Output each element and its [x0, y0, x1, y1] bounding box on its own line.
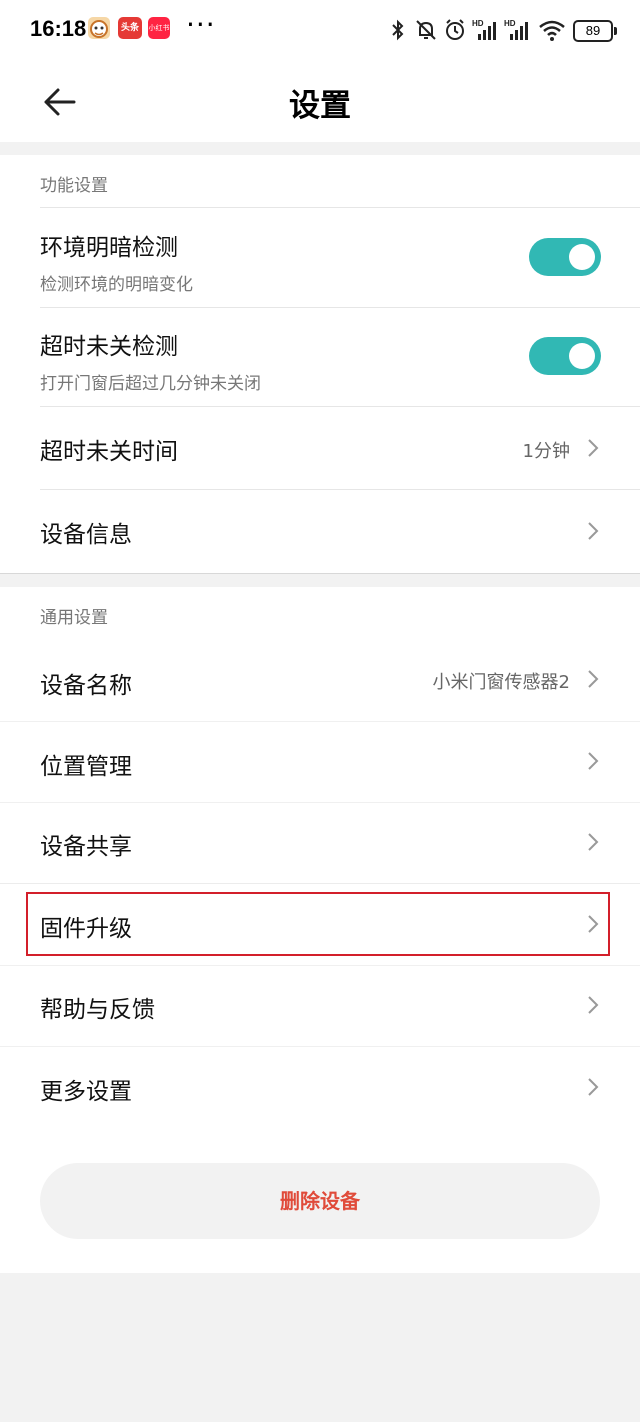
delete-device-button[interactable]: 删除设备	[40, 1163, 600, 1239]
ambient-light-toggle[interactable]	[529, 238, 601, 276]
svg-text:HD: HD	[504, 19, 516, 28]
section-title-function: 功能设置	[40, 176, 108, 196]
row-subtitle: 打开门窗后超过几分钟未关闭	[40, 374, 261, 394]
section-title-general: 通用设置	[40, 608, 108, 628]
chevron-right-icon	[588, 1078, 599, 1096]
bluetooth-icon	[390, 18, 406, 42]
row-device-name[interactable]: 设备名称 小米门窗传感器2	[0, 639, 640, 721]
chevron-right-icon	[588, 439, 599, 457]
status-bar: 16:18 头条 小红书 ··· HD HD 89	[0, 0, 640, 60]
function-settings-section: 功能设置 环境明暗检测 检测环境的明暗变化 超时未关检测 打开门窗后超过几分钟未…	[0, 155, 640, 573]
alarm-icon	[444, 18, 466, 42]
chevron-right-icon	[588, 670, 599, 688]
more-notifications-icon: ···	[186, 8, 216, 41]
app-icon-xiaohongshu: 小红书	[148, 17, 170, 39]
row-label: 超时未关时间	[40, 439, 178, 465]
page-title: 设置	[289, 88, 351, 124]
row-timeout-time[interactable]: 超时未关时间 1分钟	[0, 407, 640, 489]
mute-icon	[414, 18, 438, 42]
row-label: 超时未关检测	[40, 334, 178, 360]
svg-text:HD: HD	[472, 19, 484, 28]
status-time: 16:18	[30, 16, 87, 41]
row-device-info[interactable]: 设备信息	[0, 490, 640, 573]
highlight-box	[26, 892, 610, 956]
signal-hd-1-icon: HD	[472, 18, 500, 42]
wifi-icon	[538, 18, 566, 42]
chevron-right-icon	[588, 752, 599, 770]
row-subtitle: 检测环境的明暗变化	[40, 275, 193, 295]
row-label: 设备共享	[40, 834, 132, 860]
row-label: 位置管理	[40, 754, 132, 780]
row-location-management[interactable]: 位置管理	[0, 721, 640, 802]
row-help-feedback[interactable]: 帮助与反馈	[0, 965, 640, 1046]
chevron-right-icon	[588, 833, 599, 851]
app-icon-toutiao: 头条	[118, 17, 142, 39]
row-label: 设备名称	[40, 673, 132, 699]
app-icon-mascot	[88, 17, 110, 39]
row-label: 环境明暗检测	[40, 235, 178, 261]
battery-icon: 89	[573, 20, 617, 42]
chevron-right-icon	[588, 996, 599, 1014]
row-value: 小米门窗传感器2	[432, 672, 570, 693]
row-label: 设备信息	[40, 522, 132, 548]
title-bar: 设置	[0, 60, 640, 142]
row-more-settings[interactable]: 更多设置	[0, 1047, 640, 1128]
row-ambient-light-detection[interactable]: 环境明暗检测 检测环境的明暗变化	[0, 208, 640, 307]
timeout-detection-toggle[interactable]	[529, 337, 601, 375]
row-device-sharing[interactable]: 设备共享	[0, 802, 640, 883]
row-value: 1分钟	[522, 441, 570, 462]
row-label: 更多设置	[40, 1079, 132, 1105]
signal-hd-2-icon: HD	[504, 18, 532, 42]
chevron-right-icon	[588, 522, 599, 540]
row-timeout-detection[interactable]: 超时未关检测 打开门窗后超过几分钟未关闭	[0, 308, 640, 407]
row-label: 帮助与反馈	[40, 997, 155, 1023]
